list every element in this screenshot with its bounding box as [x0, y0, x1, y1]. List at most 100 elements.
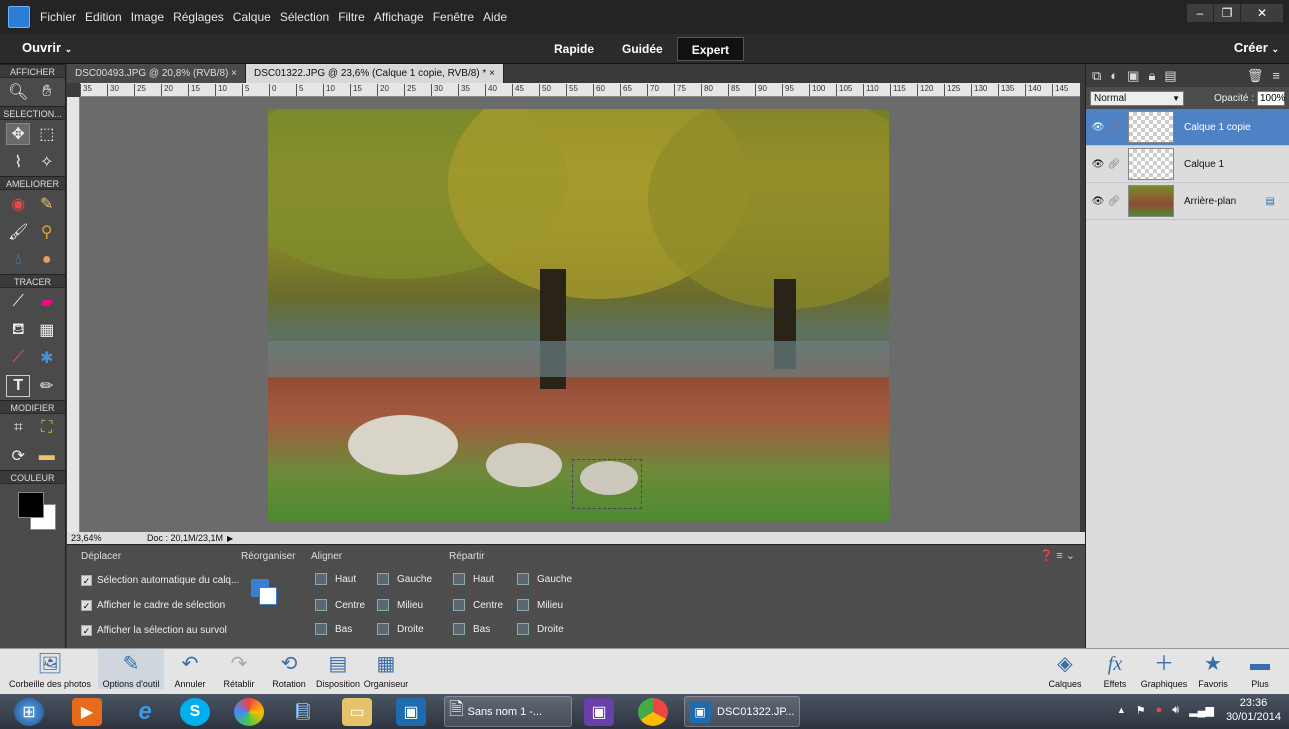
menu-selection[interactable]: Sélection [280, 10, 329, 24]
crop-tool-icon[interactable]: ⌗ [6, 417, 30, 439]
align-top-button[interactable]: Haut [315, 573, 356, 585]
volume-icon[interactable]: 🔊︎ [1172, 704, 1179, 717]
show-hover-checkbox[interactable]: ✓ Afficher la sélection au survol [81, 625, 227, 636]
link-icon[interactable]: 🔗︎ [1106, 196, 1122, 207]
maximize-icon[interactable]: ❐ [1214, 4, 1240, 22]
distribute-bottom-button[interactable]: Bas [453, 623, 490, 635]
align-center-button[interactable]: Centre [315, 599, 365, 611]
align-left-button[interactable]: Gauche [377, 573, 432, 585]
trash-icon[interactable]: 🗑︎ [1247, 68, 1264, 84]
arrange-button[interactable] [251, 579, 279, 607]
rotate-button[interactable]: ⟲ Rotation [268, 649, 310, 689]
lock-icon[interactable]: 🔒︎ [1148, 68, 1155, 84]
sponge-tool-icon[interactable]: ● [35, 249, 59, 271]
menu-affichage[interactable]: Affichage [374, 10, 424, 24]
options-help-menu[interactable]: ❓ ≡ ⌄ [1040, 549, 1075, 562]
layer-arriere-plan[interactable]: 👁︎ 🔗︎ Arrière-plan ▤ [1086, 183, 1289, 220]
lock-transparency-icon[interactable]: ▤ [1164, 68, 1176, 84]
brush-tool-icon[interactable]: ⟋ [6, 291, 30, 313]
align-middle-button[interactable]: Milieu [377, 599, 423, 611]
taskbar-ie[interactable]: e [130, 696, 160, 727]
auto-select-checkbox[interactable]: ✓ Sélection automatique du calq... [81, 575, 239, 586]
lasso-tool-icon[interactable]: ⌇ [6, 151, 30, 173]
eye-icon[interactable]: 👁︎ [1090, 159, 1106, 170]
taskbar-window-sans-nom[interactable]: 🗎︎ Sans nom 1 -... [444, 696, 572, 727]
distribute-top-button[interactable]: Haut [453, 573, 494, 585]
organizer-button[interactable]: ▦ Organiseur [362, 649, 410, 689]
distribute-right-button[interactable]: Droite [517, 623, 564, 635]
gradient-tool-icon[interactable]: ▦ [35, 319, 59, 341]
distribute-left-button[interactable]: Gauche [517, 573, 572, 585]
photo-image[interactable] [268, 109, 889, 521]
layer-calque-1-copie[interactable]: 👁︎ 🔗︎ Calque 1 copie [1086, 109, 1289, 146]
redo-button[interactable]: ↷ Rétablir [218, 649, 260, 689]
tab-dsc01322[interactable]: DSC01322.JPG @ 23,6% (Calque 1 copie, RV… [246, 64, 504, 83]
taskbar-picasa[interactable] [234, 696, 264, 727]
taskbar-window-dsc01322[interactable]: ▣ DSC01322.JP... [684, 696, 800, 727]
align-bottom-button[interactable]: Bas [315, 623, 352, 635]
tab-expert[interactable]: Expert [676, 37, 745, 61]
taskbar-premiere[interactable]: ▣ [584, 696, 614, 727]
create-button[interactable]: Créer ⌄ [1234, 40, 1279, 55]
tool-options-button[interactable]: ✎ Options d'outil [98, 649, 164, 689]
effects-button[interactable]: fx Effets [1100, 649, 1130, 689]
pencil-tool-icon[interactable]: ✏︎ [35, 375, 59, 397]
magic-wand-icon[interactable]: ✧ [35, 151, 59, 173]
distribute-middle-button[interactable]: Milieu [517, 599, 563, 611]
close-icon[interactable]: ✕ [1241, 4, 1283, 22]
taskbar-book[interactable]: 📘︎ [288, 696, 318, 727]
antivirus-icon[interactable]: ● [1156, 704, 1163, 716]
layer-calque-1[interactable]: 👁︎ 🔗︎ Calque 1 [1086, 146, 1289, 183]
blend-mode-select[interactable]: Normal ▼ [1090, 90, 1184, 106]
more-button[interactable]: ▬ Plus [1248, 649, 1272, 689]
hand-tool-icon[interactable]: ✋︎ [35, 81, 59, 103]
taskbar-skype[interactable]: S [180, 696, 210, 727]
recompose-tool-icon[interactable]: ⛶ [35, 417, 59, 439]
open-button[interactable]: Ouvrir ⌄ [22, 40, 72, 55]
red-eye-tool-icon[interactable]: ◉ [6, 193, 30, 215]
clone-stamp-icon[interactable]: ⚲ [35, 221, 59, 243]
menu-reglages[interactable]: Réglages [173, 10, 224, 24]
taskbar-explorer[interactable]: ▭ [342, 696, 372, 727]
menu-fenetre[interactable]: Fenêtre [433, 10, 474, 24]
photo-bin-button[interactable]: 🖼︎ Corbeille des photos [8, 649, 92, 689]
tab-dsc00493[interactable]: DSC00493.JPG @ 20,8% (RVB/8) × [67, 64, 246, 83]
transform-bounding-box[interactable] [572, 459, 642, 509]
text-tool-icon[interactable]: T [6, 375, 31, 397]
menu-calque[interactable]: Calque [233, 10, 271, 24]
adjustment-layer-icon[interactable]: ◐ [1110, 68, 1118, 83]
content-aware-move-icon[interactable]: ⟳ [6, 445, 30, 467]
eye-icon[interactable]: 👁︎ [1090, 196, 1106, 207]
spot-healing-icon[interactable]: ✎ [35, 193, 59, 215]
menu-edition[interactable]: Edition [85, 10, 122, 24]
favorites-button[interactable]: ★ Favoris [1196, 649, 1230, 689]
tab-guidee[interactable]: Guidée [608, 37, 677, 61]
menu-fichier[interactable]: Fichier [40, 10, 76, 24]
menu-image[interactable]: Image [131, 10, 164, 24]
menu-aide[interactable]: Aide [483, 10, 507, 24]
new-layer-icon[interactable]: ⧉ [1092, 68, 1101, 84]
play-icon[interactable]: ▶ [227, 534, 233, 543]
taskbar-chrome[interactable] [638, 696, 668, 727]
link-icon[interactable]: 🔗︎ [1106, 159, 1122, 170]
flag-icon[interactable]: ⚑ [1136, 704, 1146, 717]
layer-mask-icon[interactable]: ▣ [1127, 68, 1139, 84]
menu-filtre[interactable]: Filtre [338, 10, 365, 24]
distribute-center-button[interactable]: Centre [453, 599, 503, 611]
move-tool-icon[interactable]: ✥ [6, 123, 31, 145]
paint-bucket-icon[interactable]: ⛾ [6, 319, 30, 341]
layout-button[interactable]: ▤ Disposition [314, 649, 362, 689]
marquee-tool-icon[interactable]: ⬚ [35, 123, 59, 145]
tray-expand-icon[interactable]: ▲ [1117, 705, 1126, 715]
link-icon[interactable]: 🔗︎ [1106, 122, 1122, 133]
zoom-tool-icon[interactable]: 🔍︎ [6, 81, 30, 103]
align-right-button[interactable]: Droite [377, 623, 424, 635]
show-bounding-checkbox[interactable]: ✓ Afficher le cadre de sélection [81, 600, 225, 611]
graphics-button[interactable]: ＋ Graphiques [1138, 649, 1190, 689]
opacity-input[interactable]: 100% [1257, 90, 1286, 106]
eraser-tool-icon[interactable]: ▰ [35, 291, 59, 313]
undo-button[interactable]: ↶ Annuler [170, 649, 210, 689]
eye-icon[interactable]: 👁︎ [1090, 122, 1106, 133]
taskbar-photoshop-elements[interactable]: ▣ [396, 696, 426, 727]
straighten-tool-icon[interactable]: ▬ [35, 445, 59, 467]
